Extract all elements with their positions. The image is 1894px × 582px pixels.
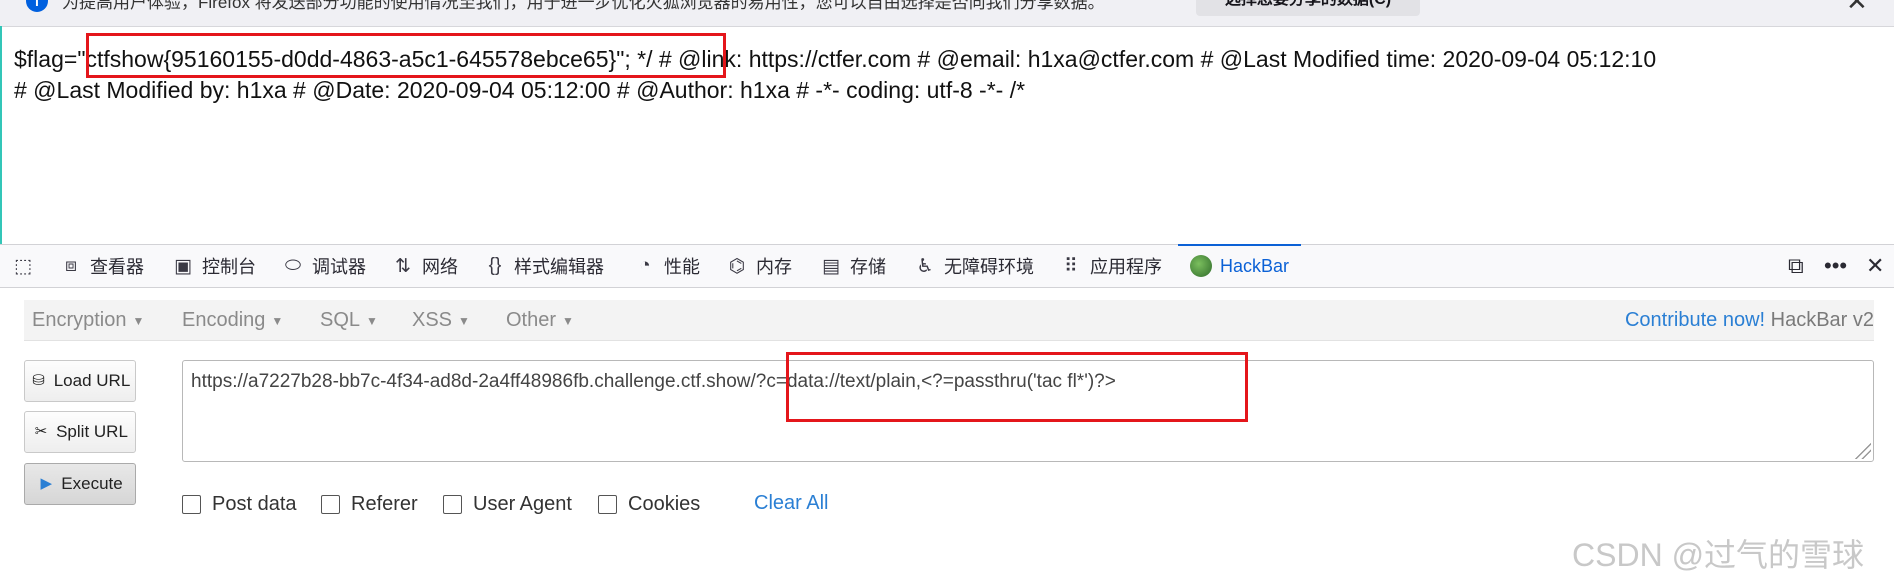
contribute-area: Contribute now! HackBar v2 (1625, 300, 1874, 340)
comment-text: */ # @link: https://ctfer.com # @email: … (630, 46, 1657, 72)
hackbar-menu-bar: Encryption ▼ Encoding ▼ SQL ▼ XSS ▼ Other ▼ C… (24, 300, 1874, 341)
tab-label: 网络 (422, 257, 458, 277)
tab-label: 调试器 (312, 257, 366, 277)
contribute-link[interactable]: Contribute now! (1625, 309, 1765, 331)
button-label: Split URL (56, 422, 128, 441)
menu-xss[interactable]: XSS ▼ (412, 300, 470, 340)
console-icon: ▣ (174, 255, 192, 277)
split-icon: ✂ (34, 423, 48, 440)
hackbar-icon (1190, 255, 1212, 277)
resize-handle[interactable] (1855, 443, 1871, 459)
close-devtools-icon[interactable]: ✕ (1866, 245, 1884, 287)
tab-console[interactable]: ▣ 控制台 (172, 245, 256, 287)
tab-performance[interactable]: ◔ 性能 (634, 245, 700, 287)
tab-memory[interactable]: ⌬ 内存 (726, 245, 792, 287)
menu-label: Encoding (182, 309, 266, 331)
notification-bar: i 为提高用户体验，Firefox 将发送部分功能的使用情况至我们，用于进一步优… (0, 0, 1894, 27)
comment-text-2: # @Last Modified by: h1xa # @Date: 2020-… (14, 77, 1026, 103)
execute-button[interactable]: ▶ Execute (24, 463, 136, 505)
notification-text: 为提高用户体验，Firefox 将发送部分功能的使用情况至我们，用于进一步优化火… (62, 0, 1105, 12)
tab-label: HackBar (1220, 255, 1290, 276)
tab-accessibility[interactable]: ♿ 无障碍环境 (914, 245, 1034, 287)
menu-sql[interactable]: SQL ▼ (320, 300, 378, 340)
network-icon: ⇅ (395, 255, 411, 277)
accessibility-icon: ♿ (916, 255, 934, 277)
play-icon: ▶ (40, 475, 53, 492)
style-editor-icon: {} (488, 255, 502, 276)
button-label: Load URL (53, 371, 131, 390)
load-icon: ⛁ (32, 372, 45, 389)
chevron-down-icon: ▼ (562, 313, 574, 328)
checkbox-label: Referer (351, 492, 418, 515)
tab-style-editor[interactable]: {} 样式编辑器 (484, 245, 604, 287)
checkbox-post-data[interactable]: Post data (182, 492, 297, 516)
tab-label: 内存 (756, 257, 792, 277)
tab-label: 无障碍环境 (944, 257, 1034, 277)
chevron-down-icon: ▼ (132, 313, 145, 328)
application-icon: ⠿ (1064, 255, 1078, 277)
element-picker-button[interactable]: ⬚ (12, 245, 42, 287)
checkbox[interactable] (321, 494, 340, 514)
checkbox[interactable] (598, 494, 617, 514)
picker-icon: ⬚ (14, 255, 32, 277)
checkbox-referer[interactable]: Referer (321, 492, 418, 516)
memory-icon: ⌬ (728, 255, 746, 277)
chevron-down-icon: ▼ (366, 313, 378, 328)
button-label: Execute (61, 474, 123, 493)
checkbox-label: User Agent (473, 492, 572, 515)
checkbox-cookies[interactable]: Cookies (598, 492, 700, 516)
menu-label: Encryption (32, 309, 127, 331)
menu-label: Other (506, 309, 557, 331)
flag-highlight-box (86, 33, 726, 78)
chevron-down-icon: ▼ (458, 313, 470, 328)
chevron-down-icon: ▼ (271, 313, 284, 328)
tab-network[interactable]: ⇅ 网络 (392, 245, 458, 287)
tab-label: 查看器 (90, 257, 144, 277)
tab-debugger[interactable]: ⬭ 调试器 (282, 245, 366, 287)
close-icon[interactable]: ✕ (1846, 0, 1868, 17)
more-options-icon[interactable]: ••• (1824, 245, 1847, 287)
storage-icon: ▤ (822, 255, 840, 277)
payload-highlight-box (786, 352, 1248, 422)
share-data-button[interactable]: 选择您要分享的数据(C) (1196, 0, 1420, 16)
flag-prefix: $flag= (14, 46, 78, 72)
checkbox-label: Post data (212, 492, 297, 515)
page-line-2: # @Last Modified by: h1xa # @Date: 2020-… (14, 75, 1884, 106)
tab-label: 存储 (850, 257, 886, 277)
info-icon: i (26, 0, 48, 12)
tab-application[interactable]: ⠿ 应用程序 (1060, 245, 1162, 287)
hackbar-version: HackBar v2 (1770, 309, 1874, 331)
checkbox[interactable] (443, 494, 462, 514)
load-url-button[interactable]: ⛁ Load URL (24, 360, 136, 402)
dock-icon[interactable]: ⧉ (1788, 245, 1804, 287)
menu-label: XSS (412, 309, 453, 331)
inspector-icon: ⧈ (64, 255, 78, 276)
tab-label: 性能 (664, 257, 700, 277)
menu-encryption[interactable]: Encryption ▼ (32, 300, 144, 340)
checkbox-label: Cookies (628, 492, 701, 515)
tab-label: 控制台 (202, 257, 256, 277)
tab-label: 应用程序 (1090, 257, 1162, 277)
page-edge-divider (0, 26, 2, 244)
tab-label: 样式编辑器 (514, 257, 604, 277)
debugger-icon: ⬭ (284, 255, 302, 276)
tab-storage[interactable]: ▤ 存储 (820, 245, 886, 287)
checkbox-user-agent[interactable]: User Agent (443, 492, 572, 516)
menu-label: SQL (320, 309, 361, 331)
split-url-button[interactable]: ✂ Split URL (24, 411, 136, 453)
menu-encoding[interactable]: Encoding ▼ (182, 300, 283, 340)
checkbox[interactable] (182, 494, 201, 514)
tab-inspector[interactable]: ⧈ 查看器 (60, 245, 144, 287)
menu-other[interactable]: Other ▼ (506, 300, 574, 340)
watermark: CSDN @过气的雪球 (1572, 537, 1865, 573)
clear-all-link[interactable]: Clear All (754, 492, 828, 515)
devtools-toolbar: ⬚ ⧈ 查看器 ▣ 控制台 ⬭ 调试器 ⇅ 网络 {} 样式编辑器 ◔ 性能 ⌬ 内存 ▤ 存储… (0, 244, 1894, 288)
performance-icon: ◔ (639, 255, 651, 276)
tab-hackbar[interactable]: HackBar (1177, 244, 1302, 287)
